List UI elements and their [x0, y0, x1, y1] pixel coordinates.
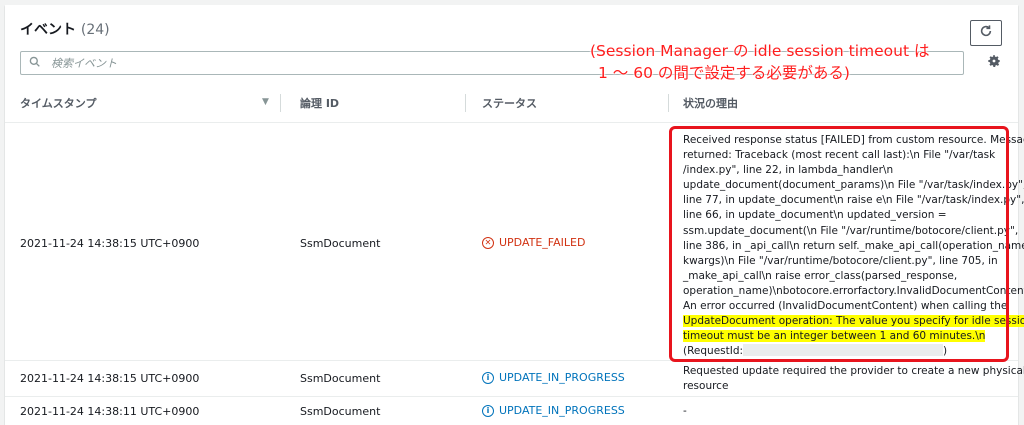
column-divider[interactable] [668, 94, 669, 112]
status-reason-cell: - [683, 405, 687, 417]
info-icon: i [482, 404, 494, 417]
status-badge: i UPDATE_IN_PROGRESS [482, 371, 625, 384]
timestamp-cell: 2021-11-24 14:38:15 UTC+0900 [20, 237, 200, 250]
column-header-logical-id[interactable]: 論理 ID [300, 88, 339, 118]
error-icon: ✕ [482, 236, 494, 249]
timestamp-cell: 2021-11-24 14:38:15 UTC+0900 [20, 372, 200, 385]
status-badge: ✕ UPDATE_FAILED [482, 236, 585, 249]
status-badge: i UPDATE_IN_PROGRESS [482, 404, 625, 417]
logical-id-cell: SsmDocument [300, 372, 381, 385]
search-icon [29, 56, 45, 70]
logical-id-cell: SsmDocument [300, 237, 381, 250]
timestamp-cell: 2021-11-24 14:38:11 UTC+0900 [20, 405, 200, 418]
status-reason-cell: Requested update required the provider t… [683, 365, 1024, 393]
event-count: (24) [80, 22, 110, 38]
column-header-status-reason[interactable]: 状況の理由 [683, 88, 738, 118]
column-header-timestamp[interactable]: タイムスタンプ [20, 88, 96, 118]
highlight-box [669, 126, 1009, 362]
page-title: イベント (24) [20, 19, 110, 39]
column-divider[interactable] [465, 94, 466, 112]
row-divider [5, 396, 1018, 397]
info-icon: i [482, 371, 494, 384]
column-header-status[interactable]: ステータス [482, 88, 537, 118]
logical-id-cell: SsmDocument [300, 405, 381, 418]
sort-down-icon[interactable]: ▼ [262, 97, 269, 107]
header-divider [5, 122, 1018, 123]
column-divider[interactable] [280, 94, 281, 112]
annotation-note: (Session Manager の idle session timeout … [590, 42, 930, 82]
title-text: イベント [20, 22, 76, 38]
